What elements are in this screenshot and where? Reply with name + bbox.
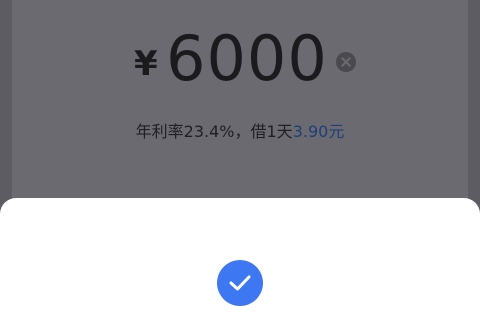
bottom-sheet bbox=[0, 198, 480, 318]
rate-text: 年利率23.4%，借1天 bbox=[135, 122, 293, 141]
interest-rate-info: 年利率23.4%，借1天3.90元 bbox=[0, 118, 480, 142]
currency-symbol: ¥ bbox=[134, 44, 158, 84]
loan-amount-value: 6000 bbox=[166, 22, 328, 95]
check-icon[interactable] bbox=[217, 260, 263, 306]
daily-cost-value: 3.90元 bbox=[292, 122, 345, 141]
loan-amount-row: ¥ 6000 bbox=[0, 18, 480, 98]
check-mark-glyph bbox=[229, 275, 251, 291]
clear-icon[interactable] bbox=[336, 52, 356, 72]
